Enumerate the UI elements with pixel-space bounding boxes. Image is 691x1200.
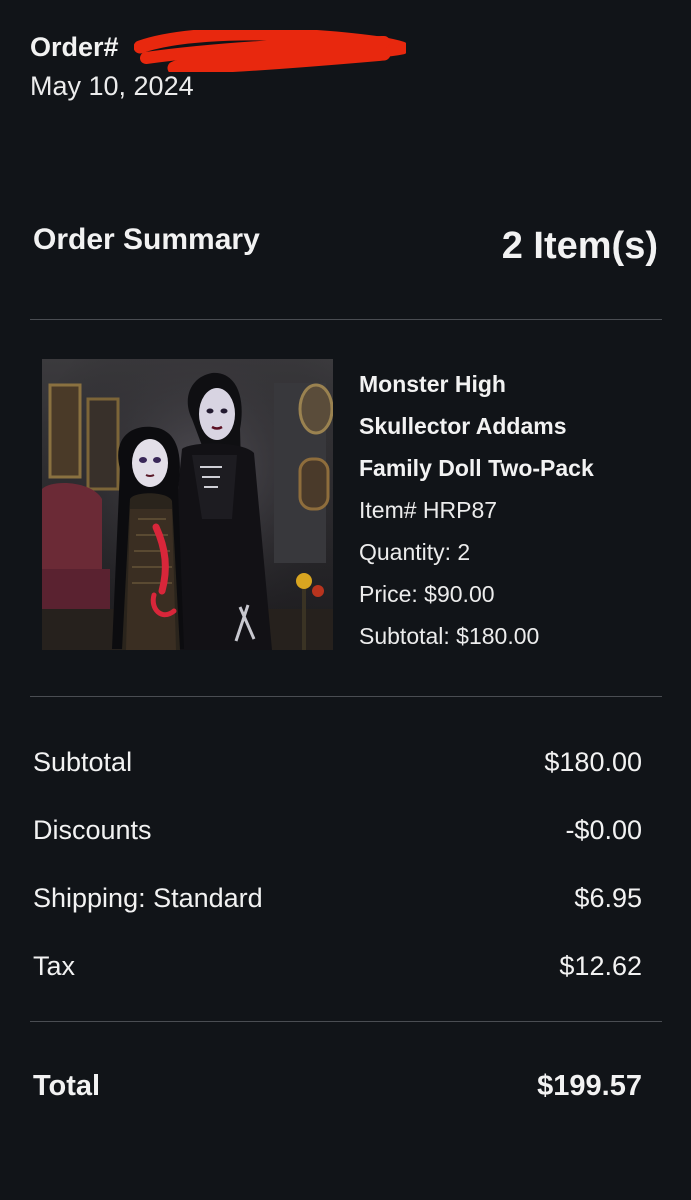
order-header: Order# May 10, 2024 [30, 28, 406, 104]
product-name-line-3[interactable]: Family Doll Two-Pack [359, 447, 659, 489]
shipping-label: Shipping: Standard [33, 883, 263, 913]
discounts-value: -$0.00 [565, 815, 642, 845]
item-quantity: Quantity: 2 [359, 539, 471, 565]
tax-label: Tax [33, 951, 76, 981]
product-details: Monster High Skullector Addams Family Do… [359, 363, 659, 657]
product-image [42, 359, 333, 650]
order-summary-title: Order Summary [33, 223, 260, 256]
order-number-label: Order# [30, 32, 119, 62]
item-price: Price: $90.00 [359, 581, 495, 607]
grand-total-row: Total $199.57 [33, 1064, 642, 1108]
order-summary-header: Order Summary 2 Item(s) [33, 220, 658, 270]
order-number-row: Order# [30, 28, 406, 72]
product-name-line-1[interactable]: Monster High [359, 363, 659, 405]
order-date: May 10, 2024 [30, 71, 194, 101]
total-divider [30, 1021, 662, 1022]
items-divider [30, 696, 662, 697]
item-count: 2 Item(s) [501, 225, 658, 267]
total-label: Total [33, 1070, 101, 1102]
subtotal-row: Subtotal $180.00 [33, 740, 642, 808]
item-number: Item# HRP87 [359, 497, 498, 523]
discounts-label: Discounts [33, 815, 152, 845]
discounts-row: Discounts -$0.00 [33, 808, 642, 876]
product-image-illustration [42, 359, 333, 650]
shipping-row: Shipping: Standard $6.95 [33, 876, 642, 944]
redaction-scribble [134, 30, 406, 72]
summary-divider [30, 319, 662, 320]
shipping-value: $6.95 [574, 883, 642, 913]
tax-row: Tax $12.62 [33, 944, 642, 1012]
product-name-line-2[interactable]: Skullector Addams [359, 405, 659, 447]
total-value: $199.57 [537, 1070, 642, 1102]
tax-value: $12.62 [559, 951, 642, 981]
subtotal-value: $180.00 [544, 747, 642, 777]
item-subtotal: Subtotal: $180.00 [359, 623, 540, 649]
totals-breakdown: Subtotal $180.00 Discounts -$0.00 Shippi… [33, 740, 642, 1012]
subtotal-label: Subtotal [33, 747, 133, 777]
